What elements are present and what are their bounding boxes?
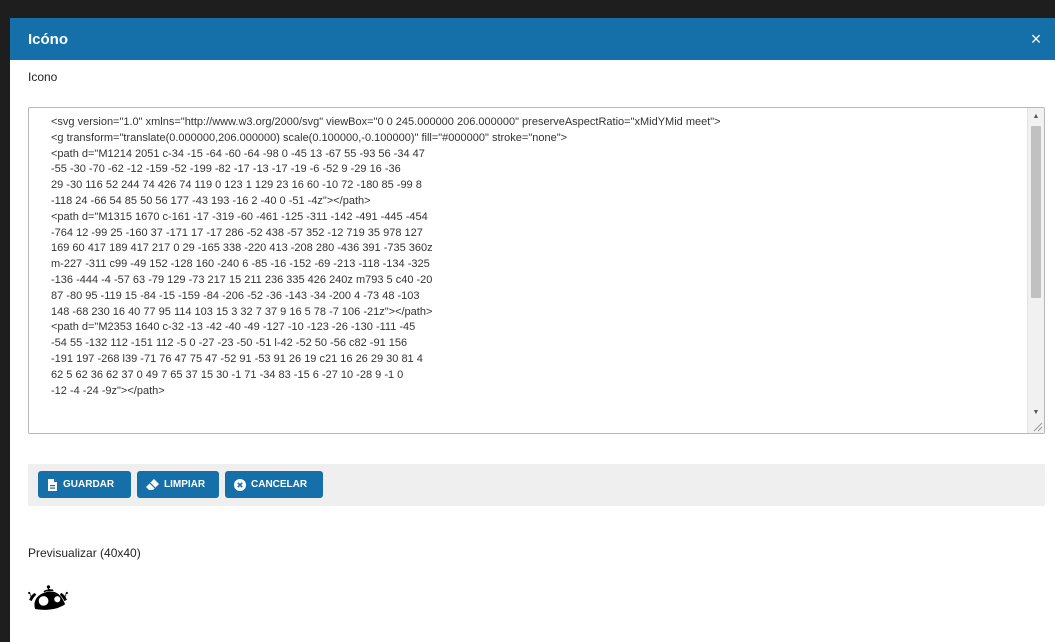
svg-code-textarea[interactable]: <svg version="1.0" xmlns="http://www.w3.… [28, 107, 1045, 434]
save-button-label: GUARDAR [63, 479, 115, 490]
textarea-scrollbar[interactable]: ▲ ▼ [1027, 108, 1044, 433]
cancel-button[interactable]: CANCELAR [225, 471, 323, 498]
scroll-down-arrow-icon[interactable]: ▼ [1028, 404, 1044, 421]
modal-title: Icóno [28, 30, 68, 48]
file-save-icon [48, 478, 57, 491]
save-button[interactable]: GUARDAR [38, 471, 131, 498]
scroll-thumb[interactable] [1031, 126, 1041, 298]
clear-button[interactable]: LIMPIAR [137, 471, 219, 498]
resize-grip-icon[interactable] [1031, 420, 1043, 432]
preview-label: Previsualizar (40x40) [28, 546, 141, 560]
close-icon[interactable]: × [1029, 30, 1043, 48]
svg-code-content[interactable]: <svg version="1.0" xmlns="http://www.w3.… [51, 115, 1011, 431]
icon-field-label: Icono [28, 70, 58, 84]
scroll-up-arrow-icon[interactable]: ▲ [1028, 108, 1044, 125]
action-button-bar: GUARDAR LIMPIAR CANCELAR [28, 464, 1045, 506]
eraser-icon [146, 479, 159, 490]
robot-icon [28, 585, 68, 610]
icon-modal: Icóno × Icono <svg version="1.0" xmlns="… [10, 18, 1055, 642]
clear-button-label: LIMPIAR [164, 479, 206, 490]
x-circle-icon [234, 478, 246, 491]
cancel-button-label: CANCELAR [251, 479, 308, 490]
modal-header: Icóno × [10, 18, 1055, 60]
